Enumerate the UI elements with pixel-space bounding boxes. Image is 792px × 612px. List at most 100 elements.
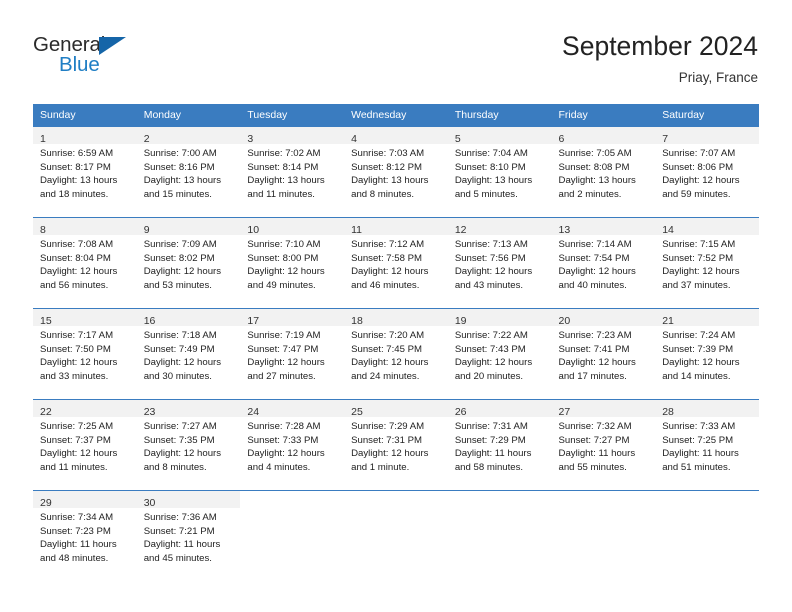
- calendar-day-cell[interactable]: 13 Sunrise: 7:14 AM Sunset: 7:54 PM Dayligh…: [551, 217, 656, 309]
- calendar-day-cell[interactable]: 26 Sunrise: 7:31 AM Sunset: 7:29 PM Dayligh…: [447, 399, 552, 491]
- sunset-time: Sunset: 7:29 PM: [454, 434, 526, 446]
- day-number-strip: 2: [136, 127, 241, 145]
- day-number: 12: [454, 224, 467, 236]
- calendar-day-cell[interactable]: 27 Sunrise: 7:32 AM Sunset: 7:27 PM Dayligh…: [551, 399, 656, 491]
- day-number: 2: [143, 133, 150, 145]
- day-cell-inner: 15 Sunrise: 7:17 AM Sunset: 7:50 PM Dayligh…: [33, 309, 137, 399]
- daylight-duration-line2: and 58 minutes.: [454, 461, 524, 473]
- calendar-day-cell[interactable]: 23 Sunrise: 7:27 AM Sunset: 7:35 PM Dayligh…: [136, 399, 241, 491]
- calendar-day-cell[interactable]: 22 Sunrise: 7:25 AM Sunset: 7:37 PM Dayligh…: [33, 399, 137, 491]
- calendar-cell-empty: [447, 490, 552, 581]
- day-details: Sunrise: 7:08 AM Sunset: 8:04 PM Daylight:…: [33, 235, 137, 292]
- day-number-strip: 19: [447, 309, 552, 327]
- day-details: Sunrise: 7:09 AM Sunset: 8:02 PM Daylight:…: [137, 235, 241, 292]
- day-cell-inner: [655, 491, 759, 581]
- sunrise-time: Sunrise: 7:02 AM: [247, 148, 321, 159]
- calendar-day-cell[interactable]: 30 Sunrise: 7:36 AM Sunset: 7:21 PM Dayligh…: [136, 490, 241, 581]
- day-cell-inner: 8 Sunrise: 7:08 AM Sunset: 8:04 PM Daylight…: [33, 218, 137, 308]
- day-cell-inner: 10 Sunrise: 7:10 AM Sunset: 8:00 PM Dayligh…: [240, 218, 345, 308]
- calendar-day-cell[interactable]: 17 Sunrise: 7:19 AM Sunset: 7:47 PM Dayligh…: [240, 308, 345, 400]
- calendar-day-cell[interactable]: 10 Sunrise: 7:10 AM Sunset: 8:00 PM Dayligh…: [240, 217, 345, 309]
- calendar-day-cell[interactable]: 2 Sunrise: 7:00 AM Sunset: 8:16 PM Daylight…: [136, 126, 241, 218]
- daylight-duration-line1: Daylight: 12 hours: [558, 357, 636, 369]
- calendar-day-cell[interactable]: 20 Sunrise: 7:23 AM Sunset: 7:41 PM Dayligh…: [551, 308, 656, 400]
- sunrise-time: Sunrise: 7:31 AM: [454, 421, 528, 432]
- calendar-day-cell[interactable]: 11 Sunrise: 7:12 AM Sunset: 7:58 PM Dayligh…: [344, 217, 448, 309]
- calendar-day-cell[interactable]: 5 Sunrise: 7:04 AM Sunset: 8:10 PM Daylight…: [447, 126, 552, 218]
- sunrise-time: Sunrise: 7:34 AM: [40, 512, 114, 523]
- sunset-time: Sunset: 7:52 PM: [662, 252, 734, 264]
- day-details: [655, 508, 759, 511]
- day-details: Sunrise: 7:28 AM Sunset: 7:33 PM Daylight:…: [240, 417, 344, 474]
- calendar-week-row: 15 Sunrise: 7:17 AM Sunset: 7:50 PM Dayligh…: [33, 308, 759, 400]
- location-subtitle: Priay, France: [678, 70, 758, 85]
- calendar-day-cell[interactable]: 8 Sunrise: 7:08 AM Sunset: 8:04 PM Daylight…: [33, 217, 137, 309]
- day-number-strip: [240, 491, 345, 508]
- calendar-day-cell[interactable]: 12 Sunrise: 7:13 AM Sunset: 7:56 PM Dayligh…: [447, 217, 552, 309]
- sunset-time: Sunset: 8:08 PM: [558, 161, 630, 173]
- day-cell-inner: 4 Sunrise: 7:03 AM Sunset: 8:12 PM Daylight…: [344, 127, 448, 217]
- calendar-day-cell[interactable]: 4 Sunrise: 7:03 AM Sunset: 8:12 PM Daylight…: [344, 126, 448, 218]
- calendar-day-cell[interactable]: 19 Sunrise: 7:22 AM Sunset: 7:43 PM Dayligh…: [447, 308, 552, 400]
- daylight-duration-line2: and 55 minutes.: [558, 461, 627, 473]
- day-number-strip: 7: [655, 127, 759, 145]
- calendar-day-cell[interactable]: 6 Sunrise: 7:05 AM Sunset: 8:08 PM Daylight…: [551, 126, 656, 218]
- calendar-day-cell[interactable]: 16 Sunrise: 7:18 AM Sunset: 7:49 PM Dayligh…: [136, 308, 241, 400]
- day-number: 11: [351, 224, 363, 236]
- calendar-table: Sunday Monday Tuesday Wednesday Thursday…: [33, 104, 759, 581]
- day-details: Sunrise: 7:07 AM Sunset: 8:06 PM Daylight:…: [655, 144, 759, 201]
- calendar-day-cell[interactable]: 18 Sunrise: 7:20 AM Sunset: 7:45 PM Dayligh…: [344, 308, 448, 400]
- calendar-day-cell[interactable]: 24 Sunrise: 7:28 AM Sunset: 7:33 PM Dayligh…: [240, 399, 345, 491]
- day-number: 26: [454, 406, 467, 418]
- day-number: 25: [351, 406, 363, 418]
- day-number: 22: [40, 406, 52, 418]
- daylight-duration-line2: and 8 minutes.: [351, 188, 415, 200]
- daylight-duration-line2: and 43 minutes.: [454, 279, 524, 291]
- sunset-time: Sunset: 8:06 PM: [662, 161, 734, 173]
- daylight-duration-line2: and 45 minutes.: [143, 552, 212, 564]
- day-details: Sunrise: 7:12 AM Sunset: 7:58 PM Daylight:…: [344, 235, 448, 292]
- daylight-duration-line2: and 11 minutes.: [40, 461, 108, 473]
- sunrise-time: Sunrise: 7:33 AM: [662, 421, 736, 432]
- sunset-time: Sunset: 7:45 PM: [351, 343, 423, 355]
- sunset-time: Sunset: 7:21 PM: [143, 525, 215, 537]
- daylight-duration-line1: Daylight: 13 hours: [247, 175, 325, 187]
- day-number-strip: 15: [33, 309, 137, 327]
- daylight-duration-line1: Daylight: 13 hours: [40, 175, 118, 187]
- weekday-header-monday: Monday: [136, 104, 241, 127]
- calendar-day-cell[interactable]: 9 Sunrise: 7:09 AM Sunset: 8:02 PM Daylight…: [136, 217, 241, 309]
- daylight-duration-line1: Daylight: 11 hours: [558, 448, 636, 460]
- calendar-day-cell[interactable]: 3 Sunrise: 7:02 AM Sunset: 8:14 PM Daylight…: [240, 126, 345, 218]
- day-number: 20: [558, 315, 571, 327]
- day-cell-inner: [344, 491, 448, 581]
- calendar-day-cell[interactable]: 7 Sunrise: 7:07 AM Sunset: 8:06 PM Daylight…: [655, 126, 759, 218]
- day-details: Sunrise: 7:13 AM Sunset: 7:56 PM Daylight:…: [448, 235, 552, 292]
- day-number: 17: [247, 315, 260, 327]
- sunset-time: Sunset: 7:23 PM: [40, 525, 111, 537]
- day-details: Sunrise: 7:14 AM Sunset: 7:54 PM Daylight:…: [552, 235, 656, 292]
- calendar-day-cell[interactable]: 28 Sunrise: 7:33 AM Sunset: 7:25 PM Dayligh…: [655, 399, 759, 491]
- sunset-time: Sunset: 8:14 PM: [247, 161, 319, 173]
- sunrise-time: Sunrise: 7:36 AM: [143, 512, 217, 523]
- day-cell-inner: 13 Sunrise: 7:14 AM Sunset: 7:54 PM Dayligh…: [551, 218, 656, 308]
- calendar-day-cell[interactable]: 25 Sunrise: 7:29 AM Sunset: 7:31 PM Dayligh…: [344, 399, 448, 491]
- calendar-day-cell[interactable]: 1 Sunrise: 6:59 AM Sunset: 8:17 PM Daylight…: [33, 126, 137, 218]
- sunset-time: Sunset: 7:25 PM: [662, 434, 734, 446]
- sunset-time: Sunset: 7:41 PM: [558, 343, 630, 355]
- daylight-duration-line1: Daylight: 12 hours: [351, 266, 429, 278]
- calendar-day-cell[interactable]: 15 Sunrise: 7:17 AM Sunset: 7:50 PM Dayligh…: [33, 308, 137, 400]
- day-number-strip: 13: [551, 218, 656, 236]
- day-number-strip: [551, 491, 656, 508]
- general-blue-logo[interactable]: General Blue: [33, 34, 253, 84]
- sunrise-time: Sunrise: 7:03 AM: [351, 148, 425, 159]
- day-cell-inner: 19 Sunrise: 7:22 AM Sunset: 7:43 PM Dayligh…: [447, 309, 552, 399]
- daylight-duration-line2: and 59 minutes.: [662, 188, 731, 200]
- day-cell-inner: 3 Sunrise: 7:02 AM Sunset: 8:14 PM Daylight…: [240, 127, 345, 217]
- calendar-day-cell[interactable]: 14 Sunrise: 7:15 AM Sunset: 7:52 PM Dayligh…: [655, 217, 759, 309]
- calendar-day-cell[interactable]: 29 Sunrise: 7:34 AM Sunset: 7:23 PM Dayligh…: [33, 490, 137, 581]
- daylight-duration-line1: Daylight: 13 hours: [558, 175, 636, 187]
- daylight-duration-line2: and 51 minutes.: [662, 461, 731, 473]
- calendar-day-cell[interactable]: 21 Sunrise: 7:24 AM Sunset: 7:39 PM Dayligh…: [655, 308, 759, 400]
- day-details: Sunrise: 7:33 AM Sunset: 7:25 PM Daylight:…: [655, 417, 759, 474]
- sunrise-time: Sunrise: 7:15 AM: [662, 239, 736, 250]
